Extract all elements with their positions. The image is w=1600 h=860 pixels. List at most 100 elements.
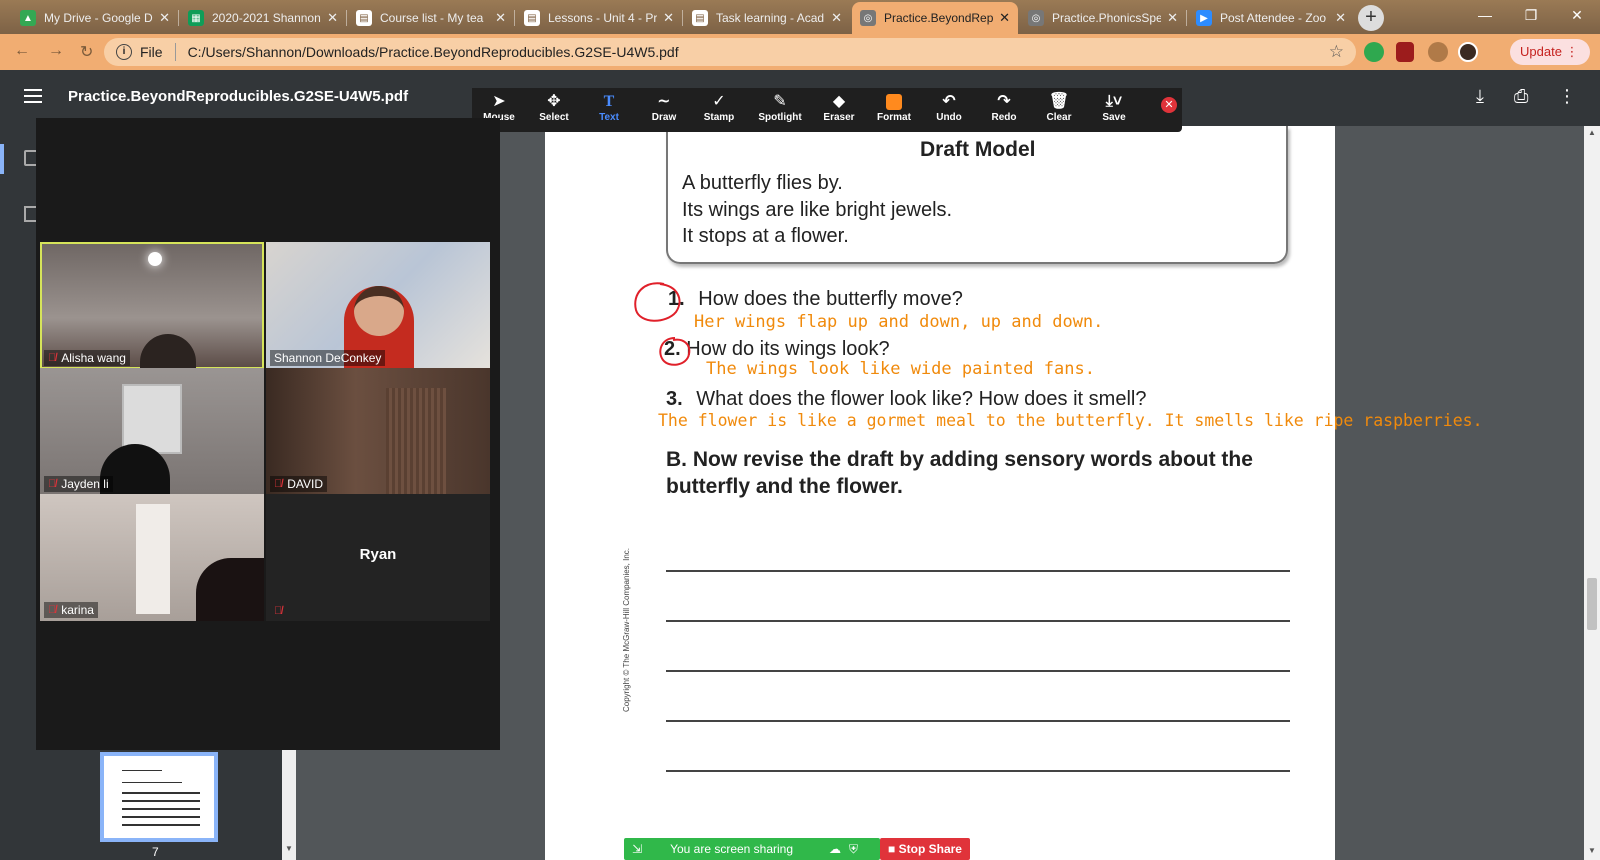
tab-title: Task learning - Acad: [716, 11, 825, 25]
tool-clear[interactable]: 🗑 Clear: [1032, 92, 1086, 123]
tool-label: Stamp: [703, 112, 735, 123]
tool-format[interactable]: Format: [867, 92, 921, 123]
muted-mic-icon: 🎙̸: [48, 478, 57, 490]
document-icon: ▤: [524, 10, 540, 26]
tool-label: Eraser: [823, 112, 855, 123]
stop-share-button[interactable]: ■ Stop Share: [880, 838, 970, 860]
tab-separator: [1186, 10, 1187, 26]
tab-my-drive[interactable]: ▲ My Drive - Google Dr ✕: [12, 2, 178, 34]
bookmark-star-icon[interactable]: ☆: [1329, 42, 1344, 62]
scroll-up-icon[interactable]: ▲: [1588, 128, 1596, 137]
extension-puzzle-icon[interactable]: [1428, 42, 1448, 62]
answer-annotation: Her wings flap up and down, up and down.: [694, 312, 1104, 332]
cursor-icon: ➤: [492, 93, 506, 110]
thumb-line: [122, 816, 200, 818]
scroll-down-icon[interactable]: ▼: [285, 844, 293, 853]
check-icon: ✓: [712, 93, 726, 110]
question-number: 3.: [666, 388, 683, 410]
info-icon[interactable]: i: [116, 44, 132, 60]
question-3: 3. What does the flower look like? How d…: [666, 388, 1146, 411]
tool-label: Save: [1102, 112, 1126, 123]
menu-icon[interactable]: [24, 89, 42, 103]
tool-label: Redo: [991, 112, 1017, 123]
question-text: How does the butterfly move?: [698, 288, 963, 310]
close-icon[interactable]: ✕: [663, 10, 674, 26]
close-annotation-icon[interactable]: ✕: [1161, 97, 1177, 113]
redo-icon: ↷: [997, 93, 1011, 110]
screen-sharing-banner[interactable]: ⇲ You are screen sharing ☁ ⛨: [624, 838, 880, 860]
more-options-icon[interactable]: ⋮: [1558, 86, 1576, 107]
thumb-line: [122, 792, 200, 794]
text-icon: T: [603, 93, 615, 110]
minimize-icon[interactable]: —: [1462, 0, 1508, 30]
answer-annotation: The wings look like wide painted fans.: [706, 359, 1095, 379]
close-icon[interactable]: ✕: [999, 10, 1010, 26]
tool-spotlight[interactable]: ✎ Spotlight: [750, 92, 810, 123]
participant-tile[interactable]: 🎙̸ Alisha wang: [40, 242, 264, 369]
close-icon[interactable]: ✕: [495, 10, 506, 26]
extension-green-icon[interactable]: [1364, 42, 1384, 62]
zoom-gallery-window: 🎙̸ Alisha wang Shannon DeConkey 🎙̸ Jayden …: [36, 118, 500, 750]
tab-separator: [514, 10, 515, 26]
browser-toolbar: ← → ↻ i File C:/Users/Shannon/Downloads/…: [0, 34, 1600, 70]
tool-undo[interactable]: ↶ Undo: [922, 92, 976, 123]
pdf-scrollbar[interactable]: ▲ ▼: [1584, 126, 1600, 860]
tool-save[interactable]: ⤓˅ Save: [1087, 92, 1141, 123]
section-b-instructions: B. Now revise the draft by adding sensor…: [666, 448, 1253, 498]
participant-tile[interactable]: 🎙̸ karina: [40, 494, 264, 621]
tool-redo[interactable]: ↷ Redo: [977, 92, 1031, 123]
tab-title: Post Attendee - Zoo: [1220, 11, 1327, 25]
tool-eraser[interactable]: ◆ Eraser: [812, 92, 866, 123]
writing-line: [666, 770, 1290, 772]
close-icon[interactable]: ✕: [831, 10, 842, 26]
participant-tile[interactable]: 🎙̸ Jayden li: [40, 368, 264, 495]
scroll-down-icon[interactable]: ▼: [1588, 846, 1596, 855]
ublock-icon[interactable]: [1396, 42, 1414, 62]
profile-avatar[interactable]: [1458, 42, 1478, 62]
shield-icon: ⛨: [849, 841, 859, 856]
thumbnail-page-number: 7: [152, 845, 159, 859]
participant-tile[interactable]: 🎙̸ DAVID: [266, 368, 490, 495]
zoom-icon: ▶: [1196, 10, 1212, 26]
participant-video: [196, 558, 264, 621]
thumb-line: [122, 770, 162, 771]
tab-shannon-sheet[interactable]: ▦ 2020-2021 Shannon ✕: [180, 2, 346, 34]
forward-icon[interactable]: →: [48, 42, 64, 60]
close-icon[interactable]: ✕: [327, 10, 338, 26]
download-icon[interactable]: ⤓: [1476, 86, 1484, 107]
tool-stamp[interactable]: ✓ Stamp: [692, 92, 746, 123]
participant-name: DAVID: [287, 477, 324, 491]
address-separator: [174, 43, 176, 61]
tool-text[interactable]: T Text: [582, 92, 636, 123]
window-close-icon[interactable]: ✕: [1554, 0, 1600, 30]
restore-icon[interactable]: ❐: [1508, 0, 1554, 30]
close-icon[interactable]: ✕: [1335, 10, 1346, 26]
zoom-annotation-toolbar: ➤Mouse ✥Select TText ∼Draw ✓Stamp ✎Spotl…: [472, 88, 1182, 132]
close-icon[interactable]: ✕: [1167, 10, 1178, 26]
update-button[interactable]: Update ⋮: [1510, 39, 1590, 65]
tab-practice-phonics[interactable]: ◎ Practice.PhonicsSpe ✕: [1020, 2, 1186, 34]
document-icon: ▤: [356, 10, 372, 26]
participant-tile[interactable]: Shannon DeConkey: [266, 242, 490, 369]
participant-tile[interactable]: Ryan 🎙̸: [266, 494, 490, 621]
tab-task-learning[interactable]: ▤ Task learning - Acad ✕: [684, 2, 850, 34]
new-tab-button[interactable]: +: [1358, 5, 1384, 31]
drag-handle-icon[interactable]: ⇲: [632, 842, 642, 856]
tab-course-list[interactable]: ▤ Course list - My tea ✕: [348, 2, 514, 34]
tab-practice-beyond[interactable]: ◎ Practice.BeyondRep ✕: [852, 2, 1018, 34]
tab-post-attendee[interactable]: ▶ Post Attendee - Zoo ✕: [1188, 2, 1354, 34]
close-icon[interactable]: ✕: [159, 10, 170, 26]
tool-select[interactable]: ✥ Select: [527, 92, 581, 123]
sidebar-active-indicator: [0, 144, 4, 174]
copyright-notice: Copyright © The McGraw-Hill Companies, I…: [622, 547, 631, 712]
back-icon[interactable]: ←: [14, 42, 30, 60]
participant-name-center: Ryan: [359, 546, 397, 563]
tool-draw[interactable]: ∼ Draw: [637, 92, 691, 123]
scroll-thumb[interactable]: [1587, 578, 1597, 630]
address-bar[interactable]: i File C:/Users/Shannon/Downloads/Practi…: [104, 38, 1356, 66]
tab-lessons[interactable]: ▤ Lessons - Unit 4 - Pr ✕: [516, 2, 682, 34]
page-thumbnail[interactable]: [100, 752, 218, 842]
reload-icon[interactable]: ↻: [80, 42, 93, 62]
print-icon[interactable]: ⎙: [1514, 86, 1528, 107]
tab-separator: [178, 10, 179, 26]
